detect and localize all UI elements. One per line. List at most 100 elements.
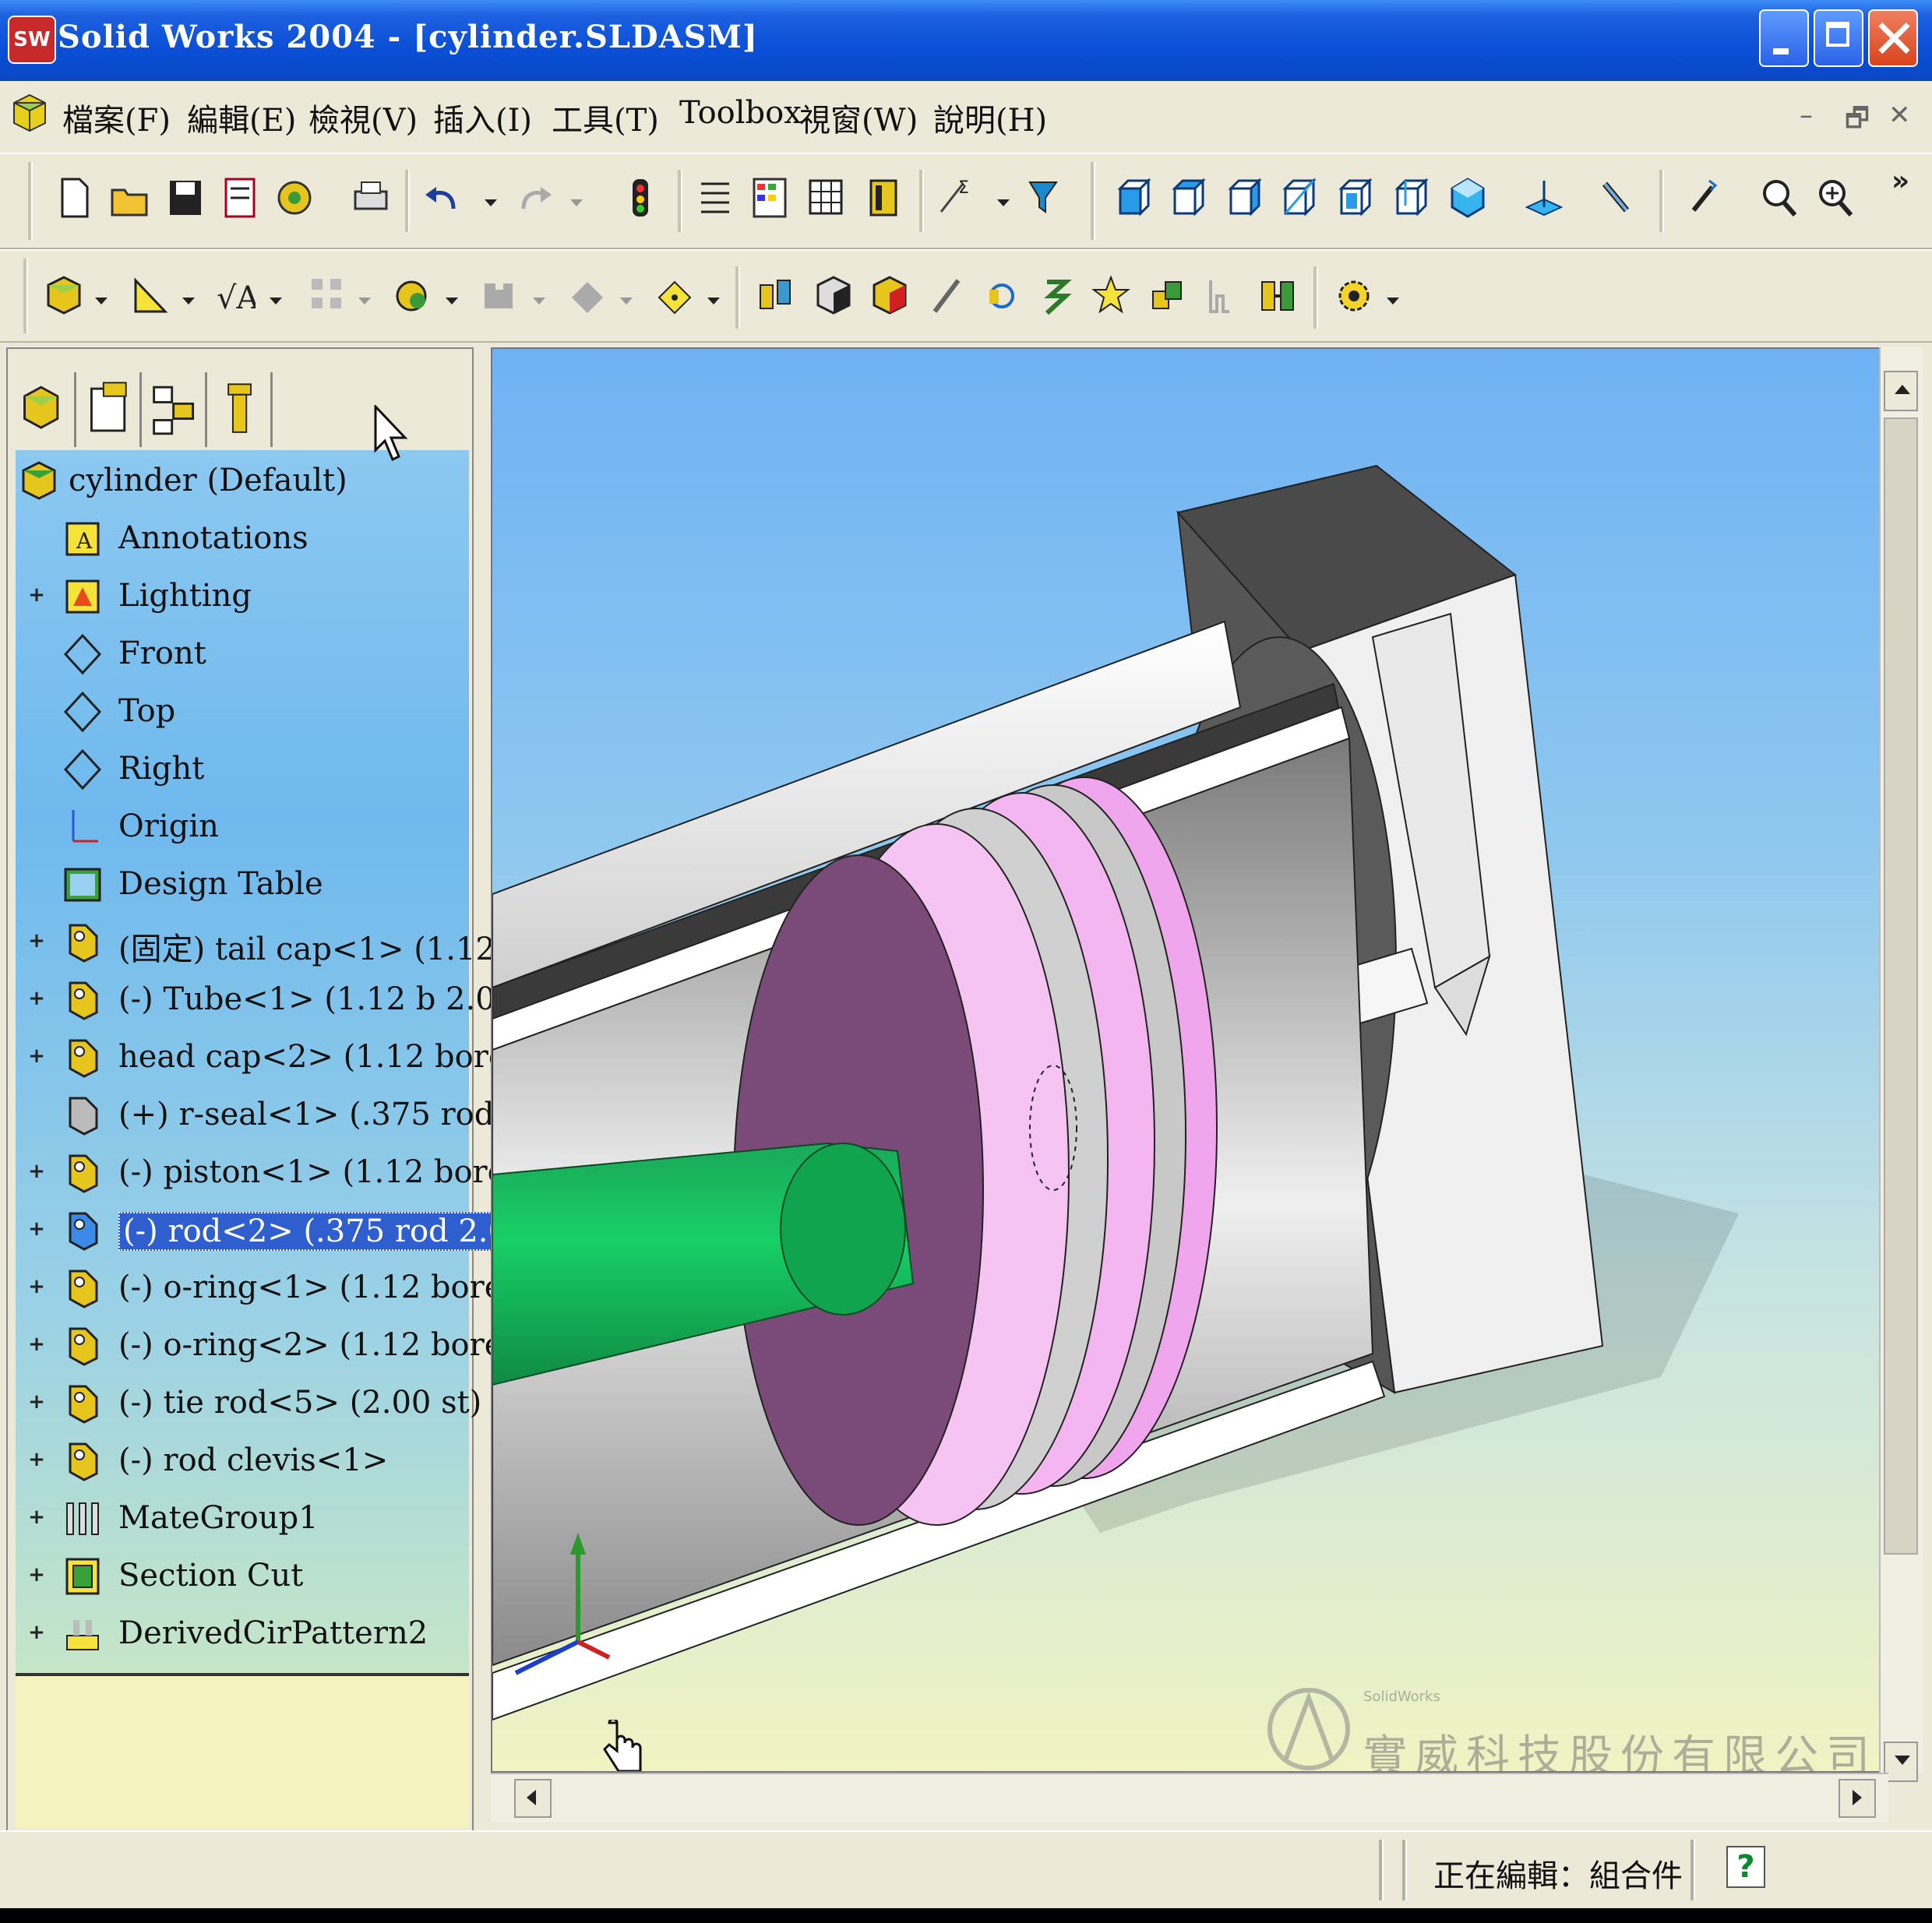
tree-item-label[interactable]: Section Cut — [118, 1558, 303, 1594]
tree-row[interactable]: + (-) o-ring<1> (1.12 bore) — [16, 1260, 515, 1315]
mate-dropdown-icon[interactable] — [446, 298, 458, 305]
redo-dropdown-icon[interactable] — [570, 199, 583, 206]
view-front-icon[interactable] — [1114, 176, 1155, 220]
feature-tree-tab[interactable] — [16, 372, 76, 447]
reference-icon[interactable] — [654, 274, 695, 318]
tree-item-label[interactable]: Right — [118, 751, 204, 787]
color-icon[interactable] — [869, 274, 910, 318]
view-right-icon[interactable] — [1279, 176, 1320, 220]
traffic-light-icon[interactable] — [620, 176, 661, 220]
tree-row[interactable]: + Lighting — [16, 569, 469, 623]
rotate-component-icon[interactable] — [982, 274, 1022, 318]
color-palette-icon[interactable] — [749, 176, 790, 220]
tree-row[interactable]: Origin — [16, 799, 469, 854]
toolbar-grip[interactable] — [28, 162, 33, 240]
tree-expander[interactable]: + — [28, 1277, 45, 1297]
tree-expander[interactable]: + — [28, 988, 45, 1009]
scroll-right-button[interactable] — [1839, 1779, 1876, 1818]
tree-row[interactable]: + (-) rod clevis<1> — [16, 1433, 469, 1488]
interference-icon[interactable] — [1147, 274, 1187, 318]
tree-item-label[interactable]: (-) piston<1> (1.12 bore) — [118, 1154, 518, 1190]
tree-expander[interactable] — [28, 703, 45, 720]
move-dropdown-icon[interactable] — [620, 298, 633, 305]
tree-expander[interactable] — [28, 1106, 45, 1123]
scroll-left-button[interactable] — [514, 1779, 552, 1818]
tree-row[interactable]: + (固定) tail cap<1> (1.12 bore) — [16, 914, 590, 969]
tree-row[interactable]: + MateGroup1 — [16, 1491, 469, 1545]
new-file-icon[interactable] — [55, 176, 95, 220]
print-icon[interactable] — [351, 176, 391, 220]
close-button[interactable] — [1868, 9, 1918, 67]
maximize-button[interactable] — [1814, 9, 1863, 67]
tree-expander[interactable]: + — [28, 1392, 45, 1412]
toggle-icon[interactable] — [1257, 274, 1298, 318]
tree-row[interactable]: (+) r-seal<1> (.375 rod) — [16, 1087, 506, 1142]
normal-to-icon[interactable] — [1524, 176, 1564, 220]
help-icon[interactable]: ? — [1726, 1846, 1765, 1888]
menu-tools[interactable]: 工具(T) — [552, 95, 659, 140]
rebuild-icon[interactable] — [274, 176, 315, 220]
book-icon[interactable] — [863, 176, 904, 220]
tree-row[interactable]: + head cap<2> (1.12 bore) — [16, 1030, 519, 1084]
graphics-viewport[interactable] — [491, 347, 1888, 1773]
tree-item-label[interactable]: (-) tie rod<5> (2.00 st) — [118, 1385, 481, 1421]
tree-item-label[interactable]: cylinder (Default) — [69, 463, 347, 498]
tree-row[interactable]: + (-) rod<2> (.375 rod 2.00 st) — [16, 1203, 583, 1257]
tree-item-label[interactable]: head cap<2> (1.12 bore) — [118, 1039, 519, 1075]
reference-dropdown-icon[interactable] — [707, 298, 720, 305]
redo-icon[interactable] — [514, 178, 555, 221]
tree-item-label[interactable]: (-) o-ring<1> (1.12 bore) — [118, 1270, 515, 1305]
document-icon[interactable] — [11, 92, 48, 134]
settings-gear-icon[interactable] — [1334, 274, 1374, 318]
open-folder-icon[interactable] — [109, 176, 150, 220]
explode-icon[interactable] — [756, 274, 796, 318]
solidworks-app-icon[interactable]: SW — [8, 16, 56, 64]
assembly-dropdown-icon[interactable] — [95, 298, 108, 305]
component-dropdown-icon[interactable] — [533, 298, 545, 305]
vertical-scrollbar[interactable] — [1879, 347, 1923, 1782]
menu-help[interactable]: 說明(H) — [933, 95, 1047, 140]
zoom-area-icon[interactable] — [1759, 176, 1800, 220]
sketch-dropdown-icon[interactable] — [182, 298, 195, 305]
tree-row[interactable]: + Section Cut — [16, 1548, 469, 1603]
menu-insert[interactable]: 插入(I) — [433, 95, 532, 140]
toolbar-grip[interactable] — [23, 259, 28, 333]
tree-row[interactable]: A Annotations — [16, 511, 469, 565]
configuration-tab[interactable] — [146, 372, 207, 447]
tree-row[interactable]: + (-) Tube<1> (1.12 b 2.00 st) — [16, 972, 566, 1027]
property-tab[interactable] — [81, 372, 142, 447]
star-icon[interactable] — [1091, 274, 1131, 318]
horizontal-scrollbar[interactable] — [491, 1773, 1888, 1823]
view-back-icon[interactable] — [1169, 176, 1209, 220]
tree-expander[interactable]: + — [28, 1507, 45, 1527]
menu-window[interactable]: 視窗(W) — [799, 95, 918, 140]
toolbar-grip[interactable] — [1091, 162, 1095, 240]
tree-expander[interactable] — [28, 530, 45, 547]
mdi-minimize-button[interactable]: – — [1800, 100, 1813, 131]
tree-expander[interactable] — [28, 645, 45, 662]
tree-item-label[interactable]: (-) o-ring<2> (1.12 bore) — [118, 1327, 515, 1363]
tree-row[interactable]: + (-) o-ring<2> (1.12 bore) — [16, 1318, 515, 1372]
mate-icon[interactable] — [393, 274, 433, 318]
tree-expander[interactable]: + — [28, 931, 45, 951]
save-icon[interactable] — [165, 176, 206, 220]
tree-expander[interactable]: + — [28, 1565, 45, 1585]
tree-expander[interactable]: + — [28, 1219, 45, 1239]
grid-icon[interactable] — [806, 176, 846, 220]
tree-row[interactable]: Right — [16, 741, 469, 796]
view-bottom-icon[interactable] — [1391, 176, 1432, 220]
scroll-up-button[interactable] — [1884, 371, 1918, 411]
menu-edit[interactable]: 編輯(E) — [187, 95, 296, 140]
tree-item-label[interactable]: Design Table — [118, 866, 323, 902]
tree-item-label[interactable]: DerivedCirPattern2 — [118, 1615, 428, 1651]
assembly-icon[interactable] — [44, 274, 84, 318]
move-icon[interactable] — [567, 274, 608, 318]
tree-expander[interactable] — [28, 760, 45, 777]
tree-item-label[interactable]: MateGroup1 — [118, 1500, 319, 1536]
filter-icon[interactable] — [1025, 176, 1066, 220]
tree-item-label[interactable]: Annotations — [118, 520, 308, 556]
smart-dimension-icon[interactable]: √A — [215, 274, 256, 318]
title-bar[interactable]: SW Solid Works 2004 - [cylinder.SLDASM] — [0, 0, 1932, 81]
tree-row[interactable]: Front — [16, 626, 469, 681]
tree-expander[interactable]: + — [28, 1622, 45, 1643]
